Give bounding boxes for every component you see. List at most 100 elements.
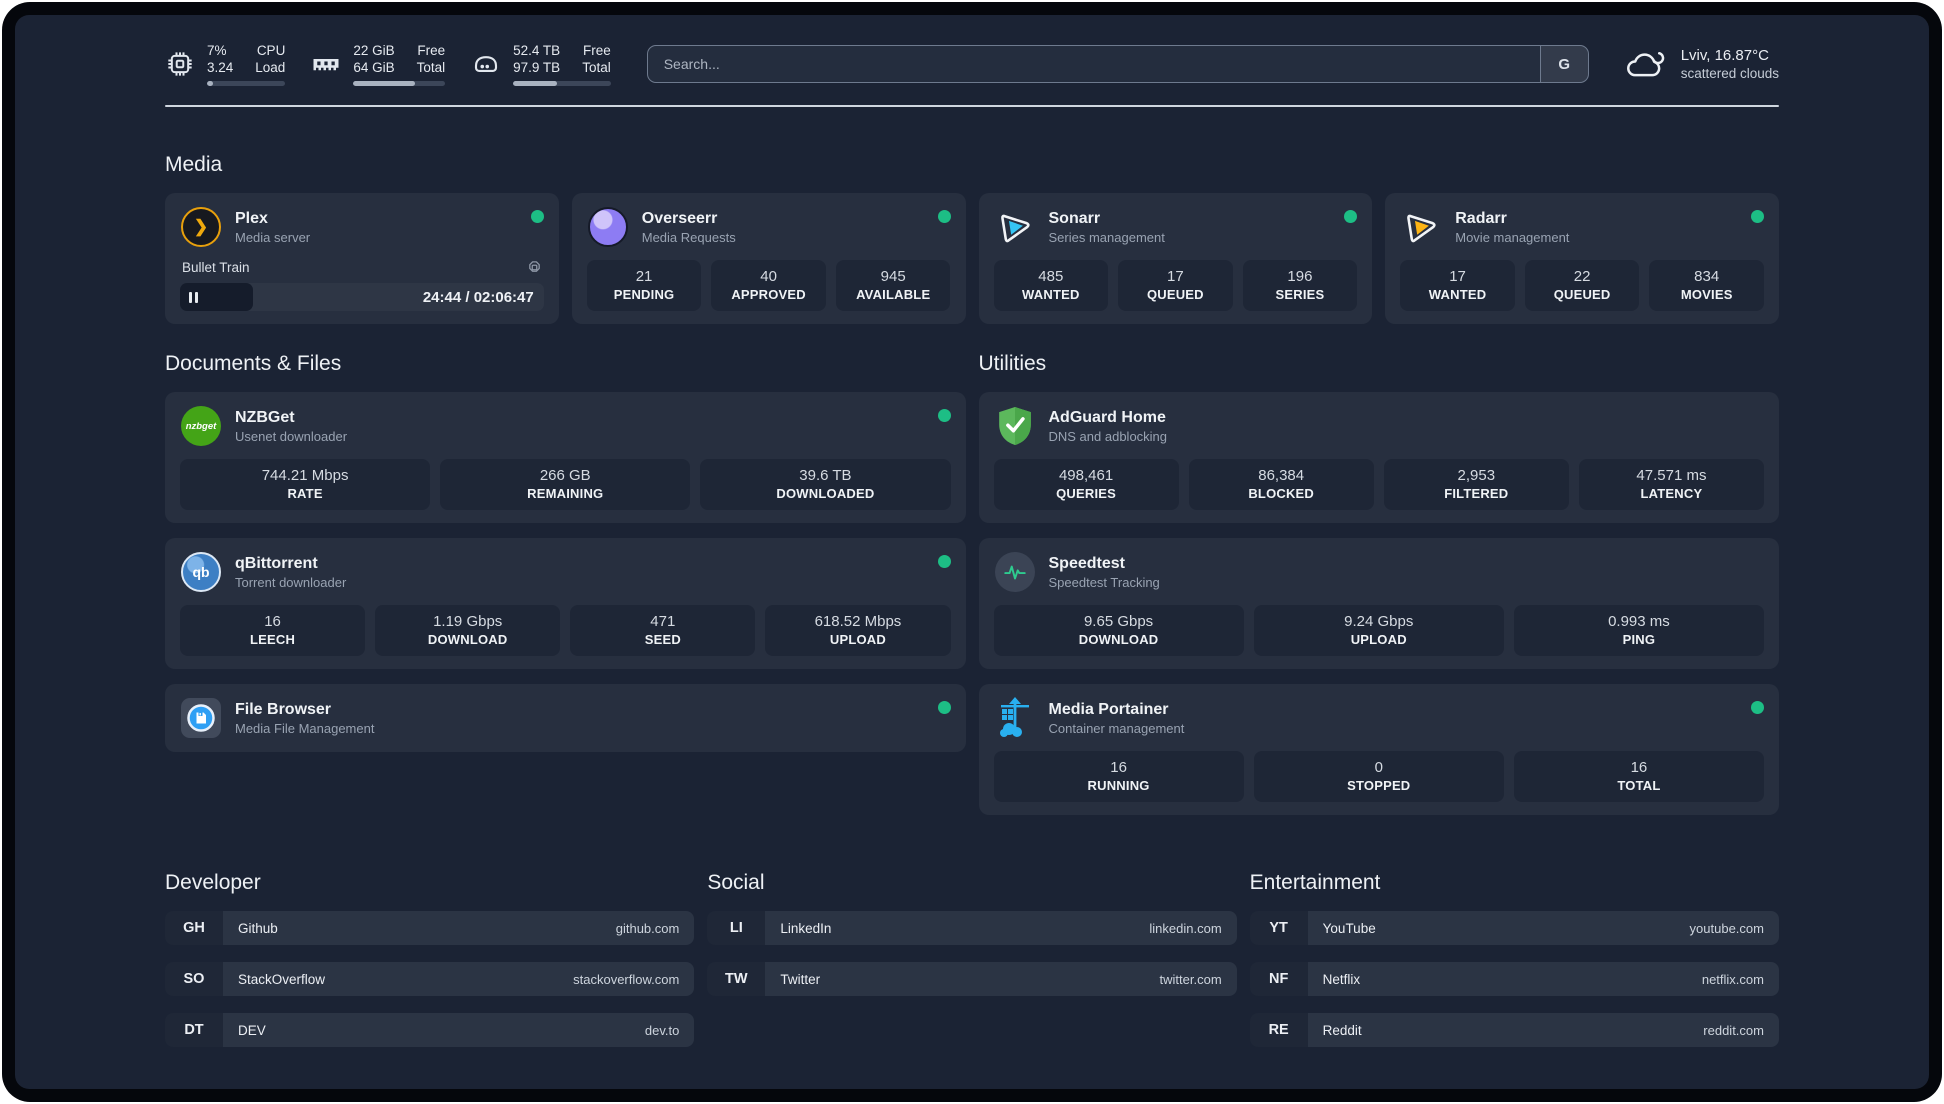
bookmark-name: Netflix <box>1322 971 1361 987</box>
app-card-adguard[interactable]: AdGuard Home DNS and adblocking 498,461 … <box>978 392 1779 523</box>
stat-value: 471 <box>650 613 676 630</box>
memory-total: 64 GiB <box>353 60 395 75</box>
app-card-sonarr[interactable]: Sonarr Series management 485 WANTED 17 Q… <box>978 193 1373 324</box>
filebrowser-icon <box>180 697 222 739</box>
bookmark-abbr: SO <box>165 962 223 996</box>
playback-time: 24:44 / 02:06:47 <box>422 288 534 306</box>
search-engine-button[interactable]: G <box>1539 46 1588 82</box>
bookmark-name: LinkedIn <box>780 920 832 936</box>
stat-label: UPLOAD <box>829 632 886 647</box>
stat-label: QUEUED <box>1146 287 1204 302</box>
bookmark-abbr: LI <box>707 911 766 945</box>
app-card-filebrowser[interactable]: File Browser Media File Management <box>165 684 966 752</box>
bookmark-url: github.com <box>615 920 680 936</box>
stat-value: 17 <box>1449 268 1466 285</box>
speedtest-icon <box>994 551 1036 593</box>
app-title: Overseerr <box>641 209 718 227</box>
app-title: NZBGet <box>235 408 295 426</box>
memory-label-1: Free <box>417 43 446 58</box>
stat-box: 16 TOTAL <box>1513 751 1765 802</box>
stat-label: PENDING <box>613 287 675 302</box>
storage-label-1: Free <box>582 43 611 58</box>
bookmark-youtube[interactable]: YT YouTube youtube.com <box>1249 911 1779 945</box>
bookmark-github[interactable]: GH Github github.com <box>165 911 695 945</box>
app-subtitle: Media server <box>235 229 311 245</box>
section-title-documents: Documents & Files <box>165 352 342 375</box>
app-card-speedtest[interactable]: Speedtest Speedtest Tracking 9.65 Gbps D… <box>978 538 1779 669</box>
cpu-progress-fill <box>207 81 214 86</box>
bookmark-dev[interactable]: DT DEV dev.to <box>165 1013 695 1047</box>
stat-box: 0.993 ms PING <box>1513 605 1765 656</box>
app-card-nzbget[interactable]: nzbget NZBGet Usenet downloader 744.21 M… <box>165 392 966 523</box>
cpu-label-1: CPU <box>256 43 286 58</box>
stat-value: 1.19 Gbps <box>433 613 503 630</box>
stat-box: 498,461 QUERIES <box>993 459 1179 510</box>
plex-session-row: Bullet Train <box>180 260 544 275</box>
stat-label: REMAINING <box>527 486 604 501</box>
stat-label: SERIES <box>1275 287 1325 302</box>
stat-value: 16 <box>264 613 281 630</box>
bookmark-url: netflix.com <box>1701 971 1764 987</box>
stat-label: UPLOAD <box>1350 632 1407 647</box>
overseerr-icon <box>587 206 629 248</box>
stat-label: DOWNLOAD <box>1078 632 1159 647</box>
status-dot <box>937 409 951 422</box>
pause-icon <box>189 291 192 303</box>
bookmark-name: DEV <box>238 1022 266 1038</box>
stat-label: APPROVED <box>731 287 806 302</box>
storage-widget: 52.4 TB Free 97.9 TB Total <box>471 42 611 86</box>
bookmark-linkedin[interactable]: LI LinkedIn linkedin.com <box>707 911 1237 945</box>
stat-value: 744.21 Mbps <box>261 467 349 484</box>
bookmark-twitter[interactable]: TW Twitter twitter.com <box>707 962 1237 996</box>
gear-icon[interactable] <box>527 260 542 275</box>
stat-value: 21 <box>635 268 653 285</box>
stat-value: 498,461 <box>1058 467 1114 484</box>
weather-widget: Lviv, 16.87°C scattered clouds <box>1625 46 1779 82</box>
playback-progress-track[interactable]: 24:44 / 02:06:47 <box>180 283 544 311</box>
storage-progress-track <box>513 81 611 86</box>
stat-label: SEED <box>644 632 681 647</box>
app-subtitle: Container management <box>1048 720 1185 736</box>
bookmark-reddit[interactable]: RE Reddit reddit.com <box>1249 1013 1779 1047</box>
bookmark-url: linkedin.com <box>1149 920 1222 936</box>
stat-label: DOWNLOADED <box>776 486 875 501</box>
app-card-portainer[interactable]: Media Portainer Container management 16 … <box>978 684 1779 815</box>
bookmark-abbr: RE <box>1249 1013 1308 1047</box>
stat-box: 196 SERIES <box>1242 260 1358 311</box>
entertainment-column: Entertainment YT YouTube youtube.com NF … <box>1249 871 1779 1047</box>
app-card-radarr[interactable]: Radarr Movie management 17 WANTED 22 QUE… <box>1385 193 1779 324</box>
app-card-plex[interactable]: ❯ Plex Media server Bullet Train 24:44 /… <box>165 193 559 324</box>
weather-location: Lviv, 16.87°C <box>1680 47 1769 64</box>
stat-box: 485 WANTED <box>993 260 1109 311</box>
app-card-overseerr[interactable]: Overseerr Media Requests 21 PENDING 40 A… <box>571 193 966 324</box>
stat-box: 0 STOPPED <box>1253 751 1504 802</box>
stat-box: 22 QUEUED <box>1524 260 1640 311</box>
stat-box: 744.21 Mbps RATE <box>180 459 431 510</box>
search-input[interactable] <box>647 46 1540 82</box>
bookmark-name: Twitter <box>780 971 821 987</box>
stat-box: 17 QUEUED <box>1118 260 1233 311</box>
stat-label: QUEUED <box>1553 287 1611 302</box>
app-card-qbittorrent[interactable]: qb qBittorrent Torrent downloader 16 LEE… <box>165 538 966 669</box>
app-subtitle: Speedtest Tracking <box>1048 574 1160 590</box>
bookmark-url: dev.to <box>644 1022 680 1038</box>
portainer-icon <box>994 697 1036 739</box>
media-grid: ❯ Plex Media server Bullet Train 24:44 /… <box>165 193 1779 324</box>
bookmark-netflix[interactable]: NF Netflix netflix.com <box>1249 962 1779 996</box>
memory-progress-fill <box>353 81 415 86</box>
stat-label: MOVIES <box>1680 287 1733 302</box>
stat-value: 0.993 ms <box>1608 613 1670 630</box>
stat-box: 16 RUNNING <box>993 751 1244 802</box>
status-dot <box>937 210 951 223</box>
app-subtitle: Usenet downloader <box>235 428 348 444</box>
stat-value: 40 <box>760 268 777 285</box>
bookmark-name: Github <box>238 920 278 936</box>
section-title-media: Media <box>165 153 223 176</box>
stat-value: 47.571 ms <box>1636 467 1707 484</box>
stat-label: RATE <box>287 486 323 501</box>
stat-box: 266 GB REMAINING <box>440 459 691 510</box>
app-subtitle: Torrent downloader <box>235 574 347 590</box>
bookmark-stackoverflow[interactable]: SO StackOverflow stackoverflow.com <box>165 962 695 996</box>
stat-label: TOTAL <box>1617 778 1661 793</box>
stat-value: 196 <box>1287 268 1313 285</box>
